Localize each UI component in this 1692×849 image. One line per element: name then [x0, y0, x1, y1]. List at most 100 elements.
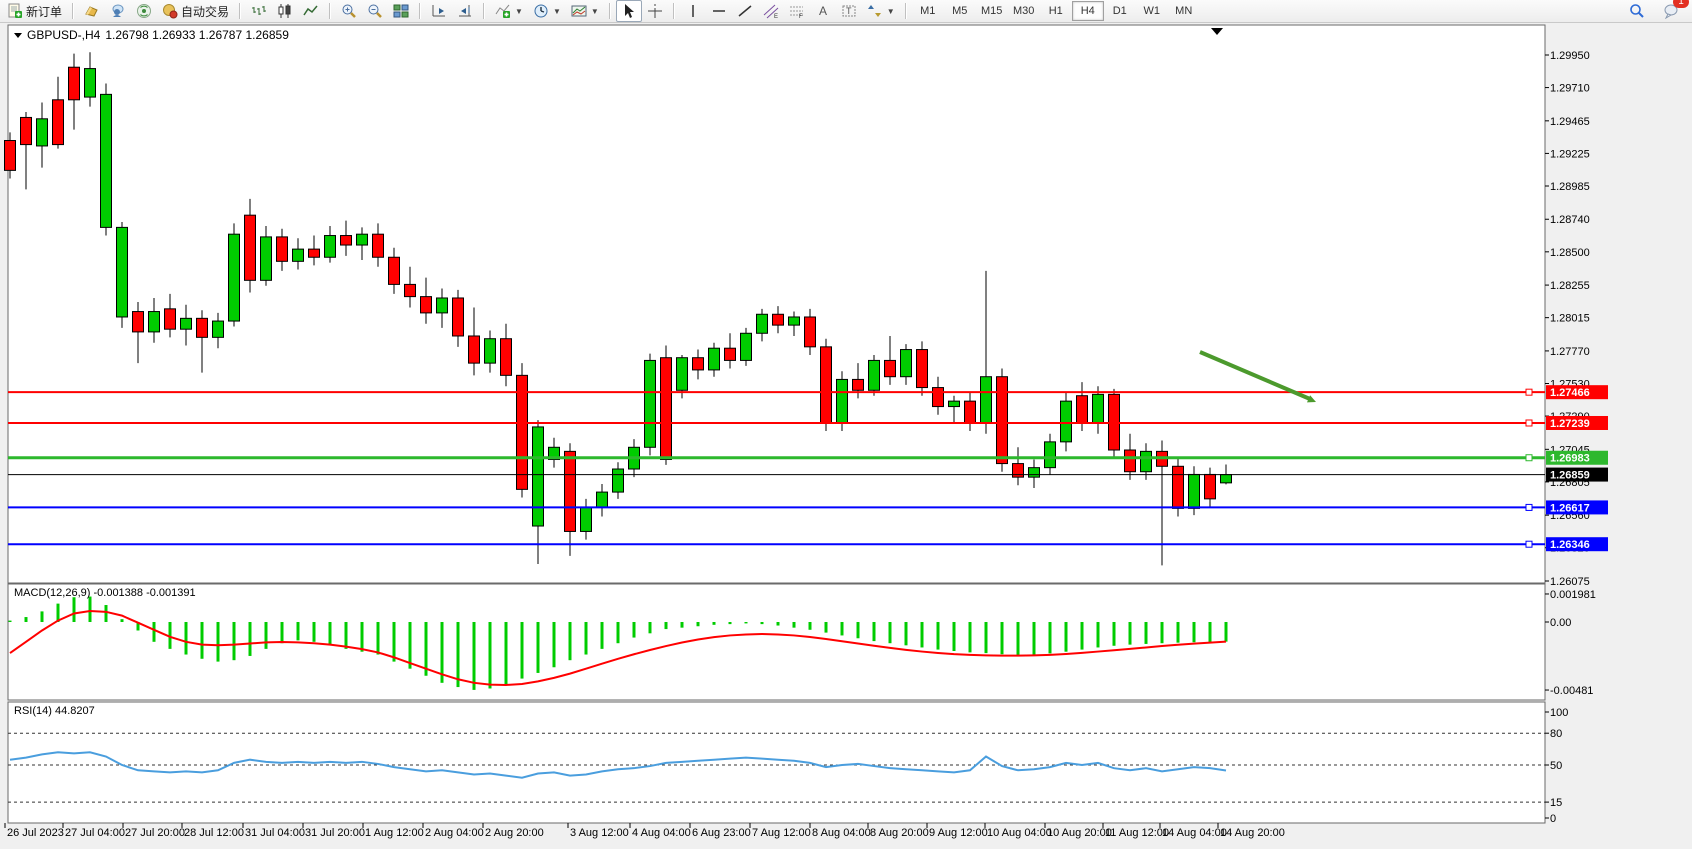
macd-hist-bar [553, 622, 556, 667]
signals-button[interactable] [131, 0, 157, 22]
hline-handle [1526, 541, 1532, 547]
time-tick-label: 1 Aug 12:00 [365, 827, 424, 839]
time-tick-label: 27 Jul 20:00 [125, 827, 185, 839]
macd-hist-bar [729, 622, 732, 624]
timeframe-m15[interactable]: M15 [976, 1, 1008, 21]
horizontal-line-button[interactable] [706, 0, 732, 22]
gold-badge-icon [84, 3, 100, 19]
rsi-value: 44.8207 [55, 705, 95, 717]
chat-button[interactable]: 1 [1658, 0, 1684, 22]
time-tick-label: 10 Aug 20:00 [1047, 827, 1112, 839]
label-button[interactable]: T [836, 0, 862, 22]
market-depth-button[interactable] [79, 0, 105, 22]
time-tick-label: 9 Aug 12:00 [929, 827, 988, 839]
search-button[interactable] [1624, 0, 1650, 22]
signals-icon [136, 3, 152, 19]
time-tick-label: 28 Jul 12:00 [184, 827, 244, 839]
templates-button[interactable]: ▼ [566, 0, 604, 22]
macd-hist-bar [233, 622, 236, 660]
macd-hist-bar [841, 622, 844, 635]
candle-body [277, 237, 288, 261]
timeframe-mn[interactable]: MN [1168, 1, 1200, 21]
timeframe-w1[interactable]: W1 [1136, 1, 1168, 21]
timeframe-h1[interactable]: H1 [1040, 1, 1072, 21]
collapse-arrow-icon[interactable] [14, 33, 22, 38]
zoom-out-button[interactable] [362, 0, 388, 22]
candle-body [53, 100, 64, 145]
macd-hist-bar [1177, 622, 1180, 643]
line-chart-button[interactable] [298, 0, 324, 22]
rsi-tick-label: 80 [1550, 728, 1562, 740]
arrows-button[interactable]: ▼ [862, 0, 900, 22]
auto-scroll-button[interactable] [426, 0, 452, 22]
macd-hist-bar [1049, 622, 1052, 653]
new-order-label: 新订单 [26, 3, 62, 20]
auto-scroll-icon [431, 3, 447, 19]
rsi-tick-label: 50 [1550, 760, 1562, 772]
zoom-in-button[interactable] [336, 0, 362, 22]
time-tick-label: 31 Jul 04:00 [245, 827, 305, 839]
trendline-button[interactable] [732, 0, 758, 22]
time-tick-label: 4 Aug 04:00 [632, 827, 691, 839]
tile-windows-button[interactable] [388, 0, 414, 22]
candle-body [789, 317, 800, 325]
timeframe-m5[interactable]: M5 [944, 1, 976, 21]
macd-hist-bar [921, 622, 924, 647]
chat-badge: 1 [1673, 0, 1689, 8]
macd-hist-bar [489, 622, 492, 688]
macd-hist-bar [393, 622, 396, 662]
bar-chart-button[interactable] [246, 0, 272, 22]
candle-body [213, 321, 224, 337]
periods-button[interactable]: ▼ [528, 0, 566, 22]
macd-hist-bar [697, 622, 700, 626]
clock-icon [533, 3, 549, 19]
macd-tick-label: 0.001981 [1550, 589, 1596, 601]
vertical-line-button[interactable] [680, 0, 706, 22]
indicators-button[interactable]: ▼ [490, 0, 528, 22]
macd-hist-bar [361, 622, 364, 652]
candle-body [581, 507, 592, 531]
equidistant-channel-button[interactable]: E [758, 0, 784, 22]
macd-hist-bar [265, 622, 268, 649]
symbol-info[interactable]: GBPUSD-,H4 1.26798 1.26933 1.26787 1.268… [14, 28, 289, 42]
candle-body [1061, 401, 1072, 442]
symbol-label: GBPUSD-,H4 [27, 28, 100, 42]
price-tag-label: 1.26346 [1550, 539, 1590, 551]
timeframe-m30[interactable]: M30 [1008, 1, 1040, 21]
new-order-button[interactable]: 新订单 [2, 0, 67, 22]
svg-text:E: E [774, 14, 778, 19]
macd-hist-bar [457, 622, 460, 687]
candle-body [821, 347, 832, 423]
timeframe-d1[interactable]: D1 [1104, 1, 1136, 21]
chart-window[interactable]: 1.299501.297101.294651.292251.289851.287… [0, 22, 1692, 849]
mql5-community-button[interactable] [105, 0, 131, 22]
macd-hist-bar [617, 622, 620, 643]
candle-body [117, 227, 128, 317]
timeframe-m1[interactable]: M1 [912, 1, 944, 21]
candlestick-chart-button[interactable] [272, 0, 298, 22]
candle-body [645, 360, 656, 447]
cursor-button[interactable] [616, 0, 642, 22]
crosshair-button[interactable] [642, 0, 668, 22]
candlestick-chart-icon [277, 3, 293, 19]
macd-hist-bar [473, 622, 476, 690]
timeframe-h4[interactable]: H4 [1072, 1, 1104, 21]
svg-text:A: A [819, 4, 827, 18]
candle-body [1093, 394, 1104, 423]
time-tick-label: 10 Aug 04:00 [987, 827, 1052, 839]
autotrading-button[interactable]: 自动交易 [157, 0, 234, 22]
separator [72, 3, 74, 19]
price-tag-label: 1.27466 [1550, 387, 1590, 399]
fibonacci-button[interactable]: F [784, 0, 810, 22]
text-button[interactable]: A [810, 0, 836, 22]
candle-body [261, 237, 272, 280]
toolbar: 新订单 自动交易 ▼ ▼ ▼ [0, 0, 1692, 23]
macd-values: -0.001388 -0.001391 [93, 587, 195, 599]
price-tick-label: 1.28500 [1550, 247, 1590, 259]
candle-body [853, 379, 864, 390]
chart-shift-button[interactable] [452, 0, 478, 22]
candle-body [1173, 466, 1184, 508]
candle-body [725, 348, 736, 360]
chart-canvas[interactable]: 1.299501.297101.294651.292251.289851.287… [0, 22, 1692, 849]
price-tick-label: 1.27770 [1550, 346, 1590, 358]
